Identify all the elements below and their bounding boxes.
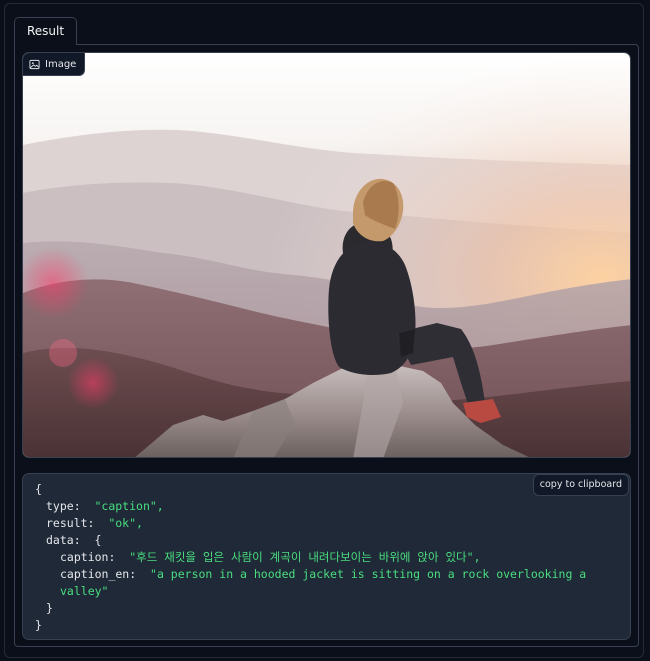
json-line-caption-en-cont: valley"	[35, 583, 586, 600]
json-value-caption: "후드 재킷을 입은 사람이 계곡이 내려다보이는 바위에 앉아 있다",	[129, 550, 481, 564]
json-key-caption: caption:	[60, 550, 116, 564]
json-key-caption-en: caption_en:	[60, 567, 137, 581]
json-value-caption-en: "a person in a hooded jacket is sitting …	[150, 567, 587, 581]
image-label-badge: Image	[23, 53, 86, 76]
json-data-open-brace: {	[94, 533, 102, 547]
json-key-type: type:	[46, 499, 81, 513]
json-open-brace: {	[35, 482, 42, 496]
json-line-caption: caption: "후드 재킷을 입은 사람이 계곡이 내려다보이는 바위에 앉…	[35, 549, 586, 566]
json-key-result: result:	[46, 516, 95, 530]
json-line-type: type: "caption",	[35, 498, 586, 515]
json-close-brace: }	[35, 618, 42, 632]
json-data-close-brace: }	[46, 601, 53, 615]
json-value-result: "ok",	[108, 516, 143, 530]
image-label-text: Image	[45, 58, 77, 70]
result-image: Image	[22, 52, 631, 458]
json-key-data: data:	[46, 533, 81, 547]
json-output: copy to clipboard { type: "caption", res…	[22, 473, 631, 640]
photo-mountain-person	[23, 53, 630, 457]
tab-result[interactable]: Result	[14, 17, 77, 45]
json-line-caption-en: caption_en: "a person in a hooded jacket…	[35, 566, 586, 583]
json-line-data: data: {	[35, 532, 586, 549]
json-line-result: result: "ok",	[35, 515, 586, 532]
json-value-type: "caption",	[94, 499, 164, 513]
image-icon	[29, 59, 40, 70]
json-code: { type: "caption", result: "ok", data: {…	[35, 481, 586, 634]
json-value-caption-en-cont: valley"	[60, 584, 109, 598]
